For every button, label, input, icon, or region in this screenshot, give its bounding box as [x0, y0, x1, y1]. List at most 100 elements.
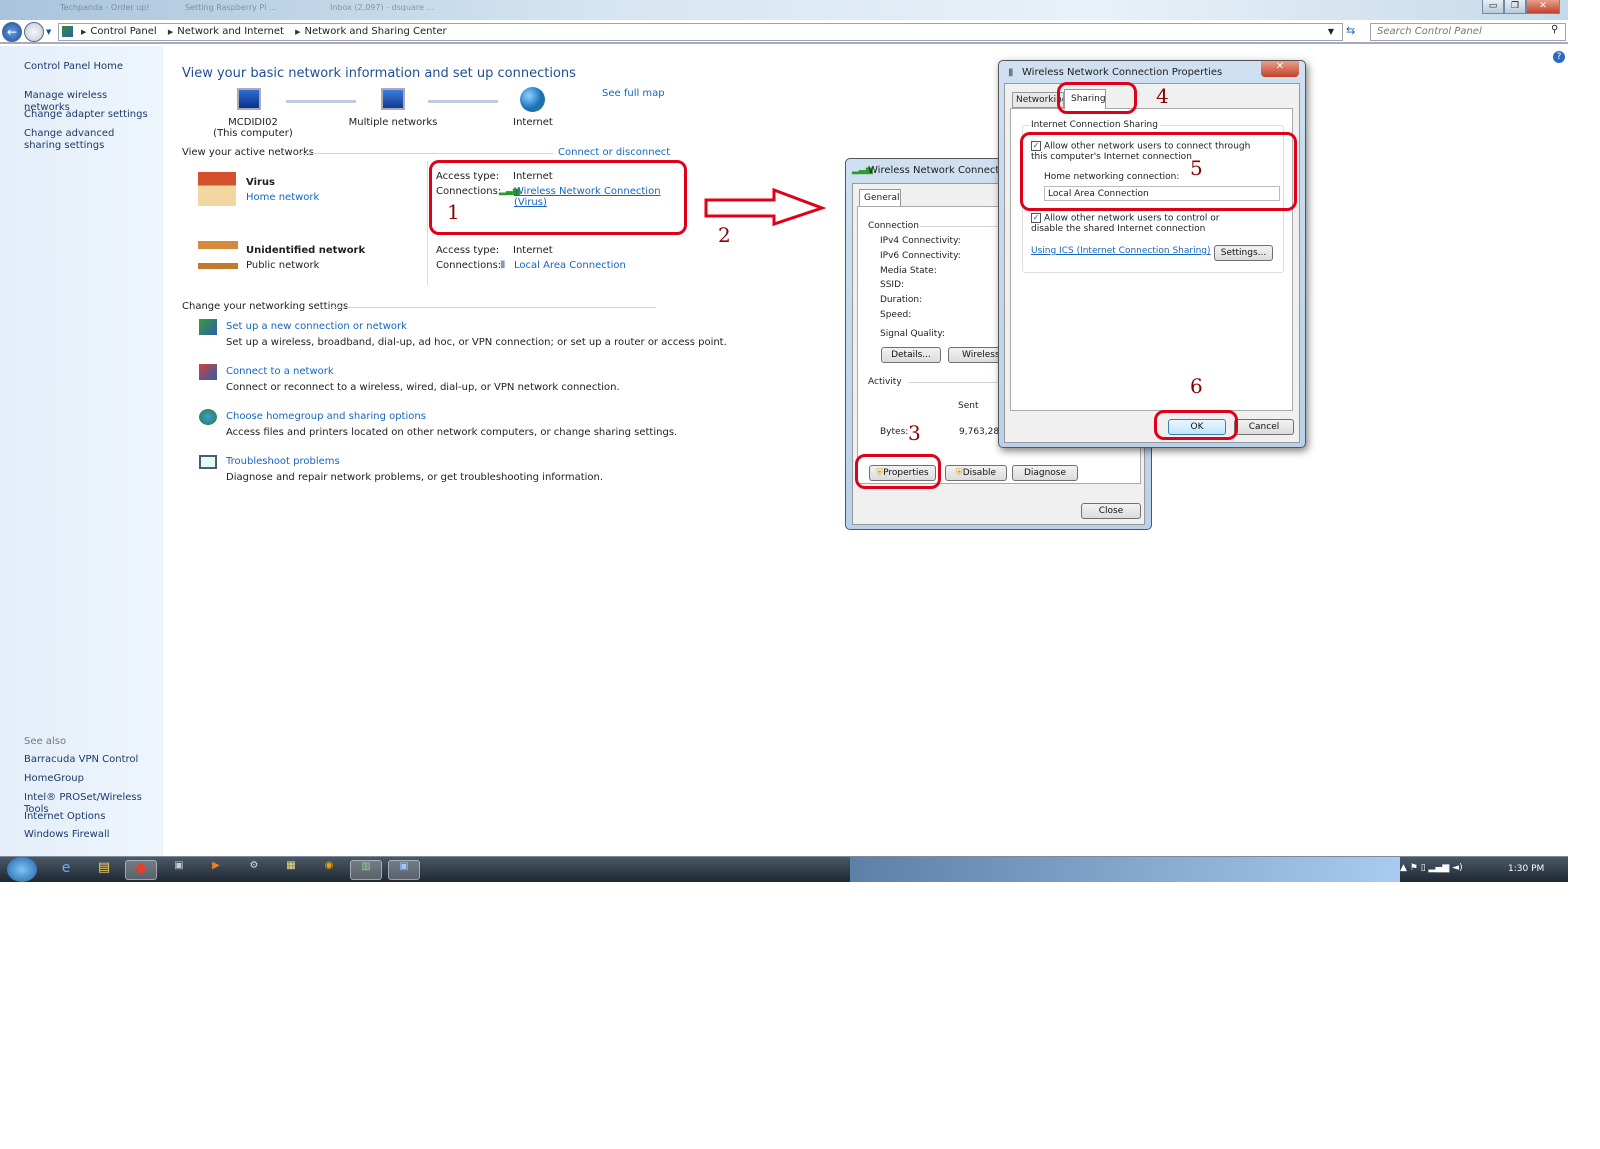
dialog-title: Wireless Network Connection Properties [1022, 67, 1223, 78]
control-panel-taskbar-icon[interactable]: ▣ [388, 860, 420, 880]
local-area-connection-link[interactable]: Local Area Connection [514, 260, 626, 271]
recent-pages-icon[interactable]: ▼ [46, 28, 51, 36]
chrome-icon[interactable]: ● [125, 860, 157, 880]
allow-control-checkbox[interactable]: ✓ Allow other network users to control or… [1031, 213, 1251, 234]
signal-quality-label: Signal Quality: [880, 329, 946, 339]
chevron-right-icon: ▶ [295, 28, 301, 36]
properties-dialog: ▮ Wireless Network Connection Properties… [998, 60, 1306, 448]
field-label: Media State: [880, 266, 937, 276]
task-desc: Set up a wireless, broadband, dial-up, a… [226, 337, 727, 348]
restore-button[interactable]: ❐ [1504, 0, 1526, 14]
network-app-icon[interactable]: ▥ [350, 860, 382, 880]
refresh-icon[interactable]: ⇆ [1346, 24, 1355, 37]
network-type-link[interactable]: Home network [246, 192, 319, 203]
see-also-barracuda[interactable]: Barracuda VPN Control [24, 754, 154, 766]
annotation-box-3 [855, 454, 941, 489]
multiple-networks-icon [381, 88, 405, 110]
access-type-value: Internet [513, 245, 553, 256]
tab-general[interactable]: General [859, 189, 901, 207]
network-type: Public network [246, 260, 320, 271]
breadcrumb-item[interactable]: Network and Internet [177, 26, 284, 37]
title-bar: Techpanda - Order up! Setting Raspberry … [0, 0, 1568, 20]
sent-label: Sent [958, 401, 979, 411]
disable-button[interactable]: ⛨Disable [945, 465, 1007, 481]
forward-button[interactable] [24, 22, 44, 42]
explorer-icon[interactable]: ▤ [88, 860, 120, 880]
diagnose-button[interactable]: Diagnose [1012, 465, 1078, 481]
connect-network-icon [199, 364, 217, 380]
troubleshoot-icon [199, 455, 217, 469]
see-also-label: See also [24, 736, 67, 747]
search-icon[interactable]: ⚲ [1551, 24, 1558, 35]
search-input[interactable]: Search Control Panel [1370, 23, 1566, 41]
see-also-internet-options[interactable]: Internet Options [24, 811, 154, 823]
details-button[interactable]: Details... [881, 347, 941, 363]
settings-button[interactable]: Settings... [1214, 245, 1273, 261]
map-link-line [286, 100, 356, 103]
ics-help-link[interactable]: Using ICS (Internet Connection Sharing) [1031, 246, 1211, 256]
clock[interactable]: 1:30 PM [1508, 864, 1544, 874]
connections-label: Connections: [436, 260, 502, 271]
new-connection-icon [199, 319, 217, 335]
see-full-map-link[interactable]: See full map [602, 88, 665, 99]
task-link[interactable]: Connect to a network [226, 366, 334, 377]
app-icon[interactable]: ▣ [163, 860, 195, 880]
close-dialog-button[interactable]: Close [1081, 503, 1141, 519]
taskbar-background [850, 857, 1400, 882]
annotation-box-1 [429, 160, 687, 235]
tab-sharing[interactable]: Sharing [1064, 89, 1106, 109]
breadcrumb-item[interactable]: Network and Sharing Center [305, 26, 447, 37]
sidebar-item-sharing[interactable]: Change advanced sharing settings [24, 128, 154, 152]
divider [427, 161, 428, 285]
close-icon[interactable]: ✕ [1261, 61, 1299, 77]
app-icon[interactable]: ◉ [313, 860, 345, 880]
network-name: Unidentified network [246, 245, 366, 256]
activity-label: Activity [868, 377, 902, 387]
browser-tab[interactable]: Setting Raspberry Pi ... [185, 3, 285, 17]
ie-icon[interactable]: e [50, 860, 82, 880]
map-computer-label: MCDIDI02 (This computer) [213, 117, 293, 139]
see-also-firewall[interactable]: Windows Firewall [24, 829, 154, 841]
annotation-number: 3 [908, 421, 921, 445]
app-icon[interactable]: ⚙ [238, 860, 270, 880]
chevron-right-icon: ▶ [167, 28, 174, 36]
back-button[interactable]: ← [2, 22, 22, 42]
task-desc: Access files and printers located on oth… [226, 427, 678, 438]
annotation-number: 4 [1156, 84, 1169, 108]
globe-icon [520, 87, 545, 112]
task-link[interactable]: Choose homegroup and sharing options [226, 411, 426, 422]
connect-disconnect-link[interactable]: Connect or disconnect [558, 147, 670, 158]
checkbox-checked-icon[interactable]: ✓ [1031, 213, 1041, 223]
browser-tab[interactable]: Techpanda - Order up! [60, 3, 150, 17]
tray-icons[interactable]: ▲ ⚑ ▯ ▂▄▆ ◄) [1400, 863, 1463, 873]
task-link[interactable]: Troubleshoot problems [226, 456, 340, 467]
start-button[interactable] [7, 857, 37, 882]
close-button[interactable]: ✕ [1526, 0, 1560, 14]
task-link[interactable]: Set up a new connection or network [226, 321, 407, 332]
sidebar-item-home[interactable]: Control Panel Home [24, 61, 154, 73]
computer-icon [237, 88, 261, 110]
sidebar-item-adapter[interactable]: Change adapter settings [24, 109, 154, 121]
cancel-button[interactable]: Cancel [1234, 419, 1294, 435]
field-label: Speed: [880, 310, 912, 320]
media-icon[interactable]: ▶ [200, 860, 232, 880]
task-desc: Diagnose and repair network problems, or… [226, 472, 604, 483]
shield-icon: ⛨ [955, 468, 963, 478]
browser-tab[interactable]: Inbox (2,097) - dsquare ... [330, 3, 450, 17]
annotation-number: 1 [447, 200, 460, 224]
map-link-line [428, 100, 498, 103]
divider [298, 153, 553, 154]
breadcrumb[interactable]: ▶ Control Panel ▶ Network and Internet ▶ Ne… [58, 23, 1343, 41]
breadcrumb-item[interactable]: Control Panel [90, 26, 156, 37]
bytes-label: Bytes: [880, 427, 909, 437]
annotation-box-6 [1154, 410, 1238, 440]
notes-icon[interactable]: ▦ [275, 860, 307, 880]
field-label: SSID: [880, 280, 905, 290]
annotation-box-5 [1020, 132, 1297, 211]
dropdown-icon[interactable]: ▼ [1328, 24, 1334, 40]
connection-label: Connection [868, 221, 919, 231]
active-networks-label: View your active networks [182, 147, 314, 158]
field-label: Duration: [880, 295, 923, 305]
see-also-homegroup[interactable]: HomeGroup [24, 773, 154, 785]
minimize-button[interactable]: ▭ [1482, 0, 1504, 14]
